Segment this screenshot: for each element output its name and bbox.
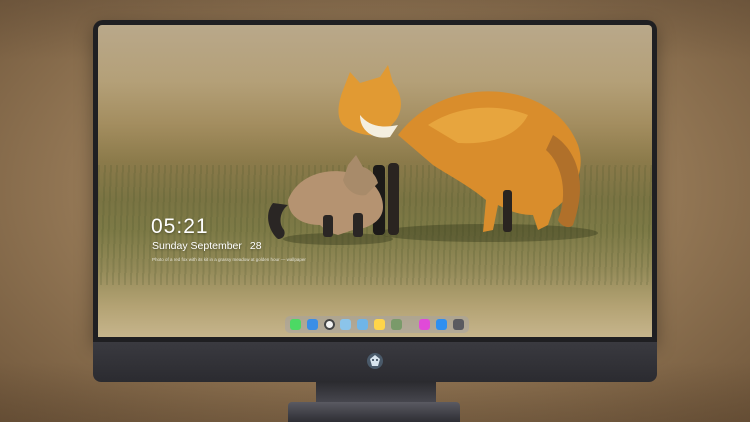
photos-icon[interactable] bbox=[390, 319, 402, 330]
monitor-stand-base bbox=[288, 402, 460, 422]
camera-icon[interactable] bbox=[452, 319, 464, 330]
safari-icon[interactable] bbox=[323, 319, 335, 330]
monitor-bezel: 05:21 Sunday September 28 Photo of a red … bbox=[93, 20, 657, 342]
lockscreen-date: Sunday September 28 bbox=[152, 240, 262, 252]
monitor: 05:21 Sunday September 28 Photo of a red … bbox=[93, 20, 657, 382]
clapper-icon[interactable] bbox=[357, 319, 369, 330]
screen: 05:21 Sunday September 28 Photo of a red … bbox=[98, 25, 652, 337]
lockscreen-date-day: Sunday September bbox=[152, 240, 242, 252]
lockscreen-time: 05:21 bbox=[151, 215, 209, 238]
monitor-chin bbox=[93, 342, 657, 382]
chin-logo-icon bbox=[367, 353, 383, 369]
appstore-icon[interactable] bbox=[436, 319, 448, 330]
music-icon[interactable] bbox=[419, 319, 431, 330]
finder-icon[interactable] bbox=[306, 319, 318, 330]
lockscreen-date-number: 28 bbox=[249, 240, 262, 252]
lockscreen-caption: Photo of a red fox with its kit in a gra… bbox=[152, 257, 306, 262]
preview-icon[interactable] bbox=[340, 319, 352, 330]
wallpaper-fox-image bbox=[268, 65, 598, 245]
dock bbox=[285, 316, 469, 333]
messages-icon[interactable] bbox=[290, 319, 301, 330]
notes-icon[interactable] bbox=[373, 319, 385, 330]
